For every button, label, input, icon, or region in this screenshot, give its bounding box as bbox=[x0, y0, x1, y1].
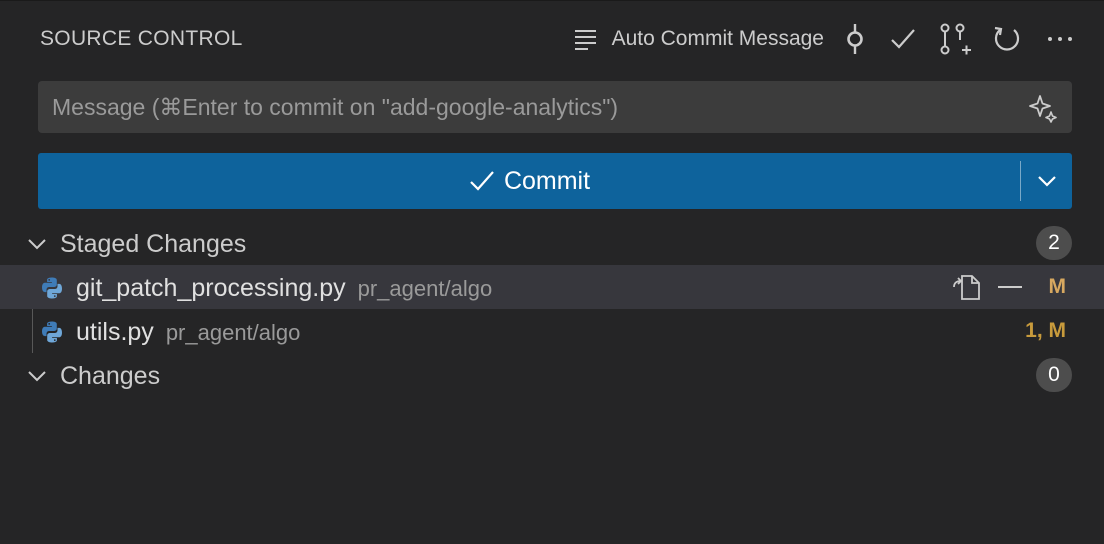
commit-graph-icon[interactable] bbox=[844, 21, 866, 57]
file-name: utils.py pr_agent/algo bbox=[76, 318, 300, 347]
checkmark-icon bbox=[470, 171, 494, 191]
file-row[interactable]: git_patch_processing.py pr_agent/algo M bbox=[0, 265, 1104, 309]
changes-label: Changes bbox=[60, 362, 161, 390]
commit-message-box bbox=[38, 81, 1072, 133]
file-name: git_patch_processing.py pr_agent/algo bbox=[76, 274, 492, 303]
commit-button-label: Commit bbox=[503, 166, 591, 195]
file-name-text: utils.py bbox=[76, 318, 154, 346]
source-control-panel: SOURCE CONTROL Auto Commit Message Messa… bbox=[0, 0, 1104, 544]
panel-header: SOURCE CONTROL Auto Commit Message bbox=[0, 1, 1104, 77]
commit-button[interactable]: Commit bbox=[38, 153, 1020, 209]
pull-request-icon[interactable] bbox=[938, 21, 972, 57]
panel-title: SOURCE CONTROL bbox=[40, 27, 243, 50]
sparkle-icon[interactable] bbox=[1028, 93, 1058, 123]
file-status: M bbox=[1048, 275, 1067, 298]
chevron-down-icon bbox=[28, 239, 46, 250]
file-name-text: git_patch_processing.py bbox=[76, 274, 346, 302]
refresh-icon[interactable] bbox=[992, 21, 1022, 57]
chevron-down-icon bbox=[28, 371, 46, 382]
python-icon bbox=[42, 277, 62, 299]
list-icon[interactable] bbox=[572, 21, 600, 57]
checkmark-icon[interactable] bbox=[888, 21, 918, 57]
commit-message-input[interactable] bbox=[52, 91, 1012, 123]
changes-count-badge: 0 bbox=[1036, 358, 1072, 392]
changes-header[interactable]: Changes 0 bbox=[0, 353, 1104, 397]
auto-commit-message-button[interactable]: Auto Commit Message bbox=[612, 21, 824, 57]
commit-button-group: Commit bbox=[38, 153, 1072, 209]
header-actions: Auto Commit Message bbox=[572, 21, 1074, 57]
more-icon[interactable] bbox=[1046, 21, 1074, 57]
open-file-icon[interactable] bbox=[952, 273, 984, 301]
unstage-icon[interactable] bbox=[996, 273, 1024, 301]
file-status: 1, M bbox=[1025, 319, 1066, 342]
file-row[interactable]: utils.py pr_agent/algo 1, M bbox=[0, 309, 1104, 353]
row-actions bbox=[940, 273, 1024, 301]
staged-changes-header[interactable]: Staged Changes 2 bbox=[0, 221, 1104, 265]
commit-dropdown-button[interactable] bbox=[1021, 153, 1072, 209]
python-icon bbox=[42, 321, 62, 343]
file-dir: pr_agent/algo bbox=[165, 320, 301, 345]
staged-count-badge: 2 bbox=[1036, 226, 1072, 260]
chevron-down-icon bbox=[1037, 176, 1056, 187]
file-dir: pr_agent/algo bbox=[357, 276, 493, 301]
staged-changes-label: Staged Changes bbox=[60, 230, 247, 258]
